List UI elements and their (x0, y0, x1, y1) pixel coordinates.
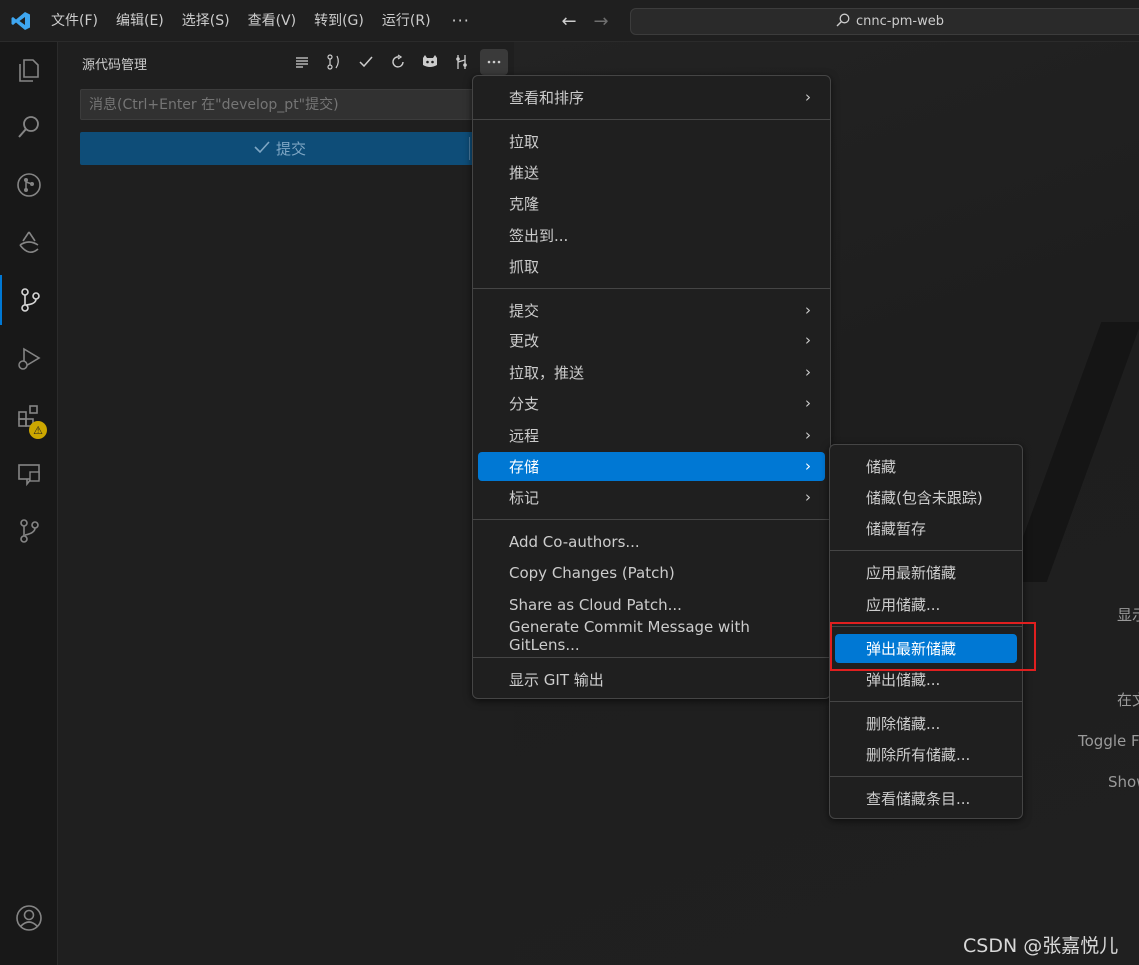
panel-title: 源代码管理 (82, 58, 148, 73)
github-icon[interactable] (416, 49, 444, 75)
menu-separator (473, 657, 830, 658)
menu-run[interactable]: 运行(R) (373, 0, 440, 42)
commit-check-icon[interactable] (352, 49, 380, 75)
menu-item-copy-changes[interactable]: Copy Changes (Patch) (478, 558, 825, 587)
git-branch-icon[interactable] (0, 506, 58, 556)
menu-item-clone[interactable]: 克隆 (478, 189, 825, 218)
chevron-right-icon: › (805, 426, 811, 444)
more-actions-icon[interactable] (480, 49, 508, 75)
scm-more-menu: 查看和排序 › 拉取 推送 克隆 签出到... 抓取 提交 › 更改 › 拉取，推送 ›… (472, 75, 831, 699)
panel-toolbar (288, 49, 508, 75)
commit-message-input[interactable] (80, 89, 480, 120)
menu-item-drop-stash[interactable]: 删除储藏... (835, 709, 1017, 738)
search-icon (836, 13, 850, 31)
menu-item-stash[interactable]: 存储 › (478, 452, 825, 481)
chevron-right-icon: › (805, 394, 811, 412)
menu-separator (473, 519, 830, 520)
vscode-watermark-logo (1006, 322, 1139, 582)
menu-item-apply-stash[interactable]: 应用储藏... (835, 590, 1017, 619)
menu-separator (830, 550, 1022, 551)
red-highlight-annotation (830, 622, 1036, 671)
vscode-logo-icon (0, 0, 42, 42)
menu-item-view-sort[interactable]: 查看和排序 › (478, 83, 825, 112)
menu-item-share-cloud-patch[interactable]: Share as Cloud Patch... (478, 590, 825, 619)
search-text: cnnc-pm-web (856, 14, 944, 29)
commit-button[interactable]: 提交 (80, 132, 480, 165)
menu-item-branch[interactable]: 分支 › (478, 389, 825, 418)
menu-separator (830, 776, 1022, 777)
editor-hint-2: 在文 (1117, 691, 1139, 709)
extensions-icon[interactable]: ⚠ (0, 391, 58, 441)
menu-edit[interactable]: 编辑(E) (107, 0, 173, 42)
menu-item-pull-push[interactable]: 拉取，推送 › (478, 358, 825, 387)
back-arrow-icon[interactable]: ← (558, 11, 580, 32)
view-as-list-icon[interactable] (288, 49, 316, 75)
menu-separator (473, 119, 830, 120)
commit-button-label: 提交 (275, 140, 306, 158)
menu-item-commit[interactable]: 提交 › (478, 296, 825, 325)
search-activity-icon[interactable] (0, 102, 58, 152)
git-graph-icon[interactable] (0, 160, 58, 210)
command-center-search[interactable]: cnnc-pm-web (630, 8, 1139, 35)
menu-item-pull[interactable]: 拉取 (478, 127, 825, 156)
menu-go[interactable]: 转到(G) (305, 0, 373, 42)
git-graph-toolbar-icon[interactable] (448, 49, 476, 75)
chevron-right-icon: › (805, 457, 811, 475)
menu-item-drop-all-stashes[interactable]: 删除所有储藏... (835, 740, 1017, 769)
menu-item-stash-include-untracked[interactable]: 储藏(包含未跟踪) (835, 483, 1017, 512)
refresh-icon[interactable] (384, 49, 412, 75)
menu-file[interactable]: 文件(F) (42, 0, 107, 42)
menu-item-view-stash[interactable]: 查看储藏条目... (835, 784, 1017, 813)
warning-badge-icon: ⚠ (29, 421, 47, 439)
menu-item-push[interactable]: 推送 (478, 158, 825, 187)
menu-view[interactable]: 查看(V) (239, 0, 306, 42)
menu-item-checkout[interactable]: 签出到... (478, 221, 825, 250)
source-control-panel: 源代码管理 提交 (58, 42, 514, 965)
menu-item-remote[interactable]: 远程 › (478, 421, 825, 450)
remote-explorer-icon[interactable] (0, 449, 58, 499)
menu-item-show-git-output[interactable]: 显示 GIT 输出 (478, 665, 825, 694)
editor-hint-4: Show (1108, 773, 1139, 791)
menu-item-tags[interactable]: 标记 › (478, 483, 825, 512)
menu-selection[interactable]: 选择(S) (173, 0, 239, 42)
chevron-right-icon: › (805, 88, 811, 106)
source-control-icon[interactable] (0, 275, 58, 325)
run-debug-icon[interactable] (0, 333, 58, 383)
chevron-right-icon: › (805, 301, 811, 319)
nav-arrows: ← → (558, 0, 612, 42)
menu-item-generate-commit-message[interactable]: Generate Commit Message with GitLens... (478, 618, 825, 654)
menu-item-apply-latest-stash[interactable]: 应用最新储藏 (835, 558, 1017, 587)
editor-hint-1: 显示 (1117, 606, 1139, 624)
check-icon (254, 140, 270, 158)
accounts-icon[interactable] (0, 893, 58, 943)
forward-arrow-icon[interactable]: → (590, 11, 612, 32)
activity-bar: ⚠ (0, 42, 58, 965)
menu-separator (473, 288, 830, 289)
menu-item-stash-save[interactable]: 储藏 (835, 452, 1017, 481)
explorer-icon[interactable] (0, 45, 58, 95)
chevron-right-icon: › (805, 363, 811, 381)
chevron-right-icon: › (805, 488, 811, 506)
chevron-right-icon: › (805, 331, 811, 349)
menu-item-changes[interactable]: 更改 › (478, 326, 825, 355)
csdn-watermark: CSDN @张嘉悦儿 (963, 935, 1119, 957)
menu-item-fetch[interactable]: 抓取 (478, 252, 825, 281)
git-compare-icon[interactable] (320, 49, 348, 75)
gitlens-icon[interactable] (0, 218, 58, 268)
menu-item-add-coauthors[interactable]: Add Co-authors... (478, 527, 825, 556)
editor-hint-3: Toggle F (1078, 732, 1139, 750)
menu-more-button[interactable]: ··· (440, 11, 482, 30)
commit-button-divider (469, 137, 470, 160)
menu-separator (830, 701, 1022, 702)
menu-item-stash-staged[interactable]: 储藏暂存 (835, 514, 1017, 543)
